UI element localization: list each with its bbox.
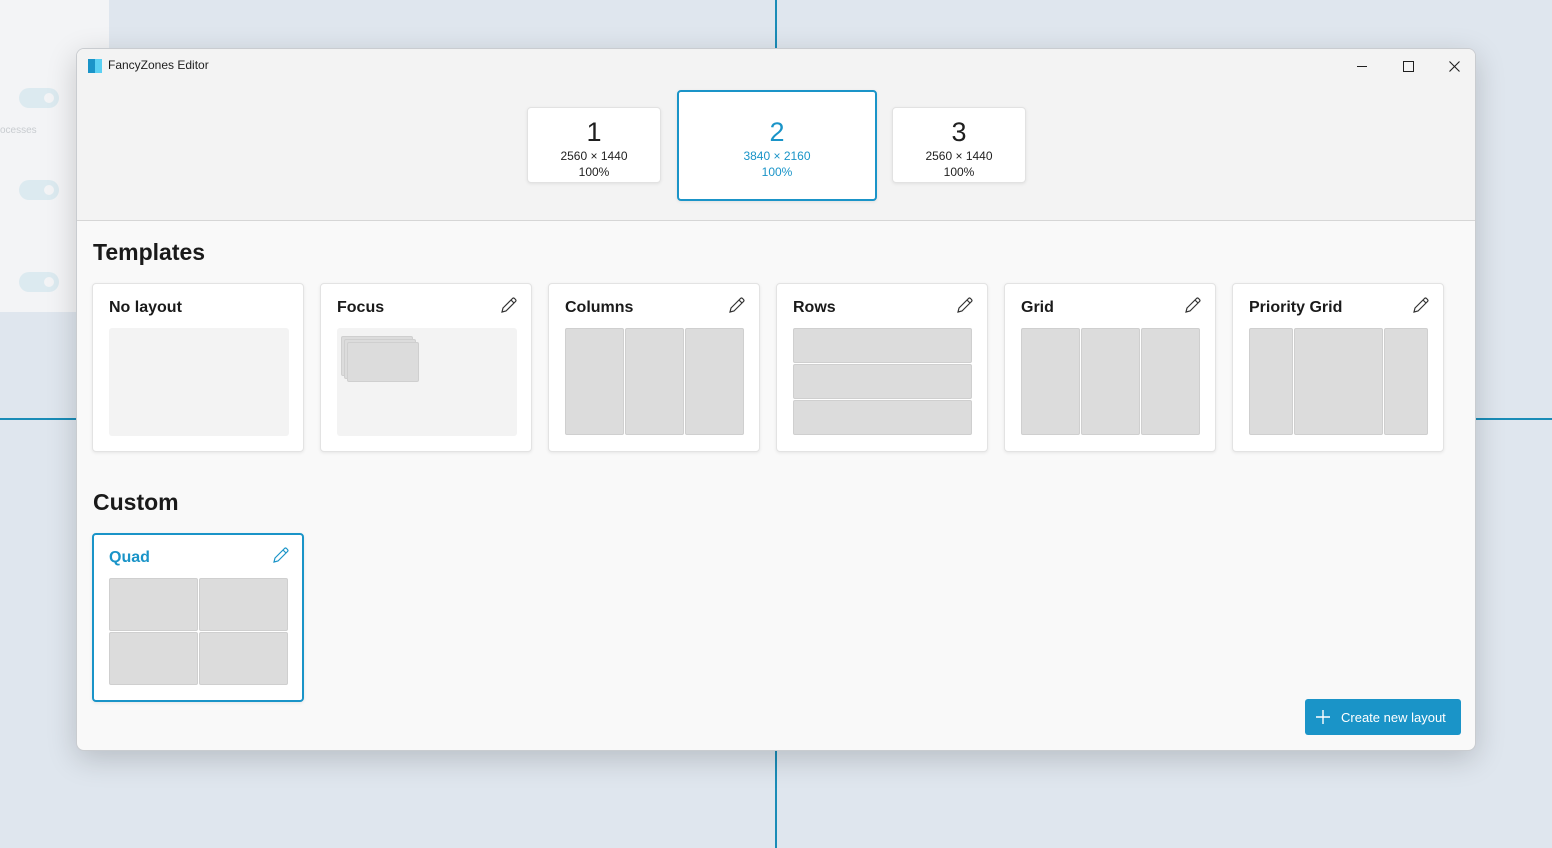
edit-pencil-icon[interactable] [499, 295, 519, 315]
create-new-layout-label: Create new layout [1341, 709, 1446, 725]
fancyzones-app-icon [88, 59, 102, 73]
monitor-scale: 100% [578, 165, 610, 179]
edit-pencil-icon[interactable] [727, 295, 747, 315]
edit-pencil-icon[interactable] [955, 295, 975, 315]
fancyzones-editor-window: FancyZones Editor 1 2560 × 1440 100% 2 3… [76, 48, 1476, 751]
monitor-resolution: 3840 × 2160 [743, 149, 811, 163]
zone [1249, 328, 1293, 435]
monitor-2[interactable]: 2 3840 × 2160 100% [677, 90, 877, 201]
zone [1294, 328, 1383, 435]
edit-pencil-icon[interactable] [1411, 295, 1431, 315]
background-toggle [19, 272, 59, 292]
zone [793, 400, 972, 435]
template-card-columns[interactable]: Columns [548, 283, 760, 452]
title-bar[interactable]: FancyZones Editor [77, 49, 1475, 83]
layout-name: Rows [793, 299, 836, 316]
background-toggle [19, 180, 59, 200]
monitor-number: 3 [951, 117, 967, 147]
create-new-layout-button[interactable]: Create new layout [1305, 699, 1461, 735]
template-card-no-layout[interactable]: No layout [92, 283, 304, 452]
layout-name: Columns [565, 299, 634, 316]
layout-preview [337, 328, 517, 436]
layout-name: Priority Grid [1249, 299, 1343, 316]
zone [565, 328, 624, 435]
template-card-grid[interactable]: Grid [1004, 283, 1216, 452]
edit-pencil-icon[interactable] [1183, 295, 1203, 315]
monitor-resolution: 2560 × 1440 [560, 149, 628, 163]
template-card-rows[interactable]: Rows [776, 283, 988, 452]
monitor-number: 2 [769, 117, 785, 147]
layout-preview [565, 328, 745, 436]
maximize-icon [1402, 60, 1414, 72]
layout-name: No layout [109, 299, 182, 316]
monitor-number: 1 [586, 117, 602, 147]
zone [1021, 328, 1080, 435]
maximize-button[interactable] [1385, 49, 1431, 83]
edit-pencil-icon[interactable] [271, 545, 291, 565]
layout-name: Quad [109, 549, 150, 566]
layout-preview [1021, 328, 1201, 436]
zone [109, 632, 198, 685]
monitor-1[interactable]: 1 2560 × 1440 100% [527, 107, 661, 183]
background-faded-text: ocesses [0, 125, 37, 136]
zone [1141, 328, 1200, 435]
custom-card-quad[interactable]: Quad [92, 533, 304, 702]
layout-name: Focus [337, 299, 385, 316]
layout-name: Grid [1021, 299, 1054, 316]
layout-preview [1249, 328, 1429, 436]
zone [793, 328, 972, 363]
close-icon [1448, 60, 1460, 72]
monitor-resolution: 2560 × 1440 [925, 149, 993, 163]
zone [347, 342, 419, 382]
window-title: FancyZones Editor [108, 58, 209, 72]
zone [1081, 328, 1140, 435]
zone [199, 578, 288, 631]
background-toggle [19, 88, 59, 108]
minimize-button[interactable] [1339, 49, 1385, 83]
monitor-scale: 100% [943, 165, 975, 179]
zone [685, 328, 744, 435]
zone [199, 632, 288, 685]
zone [793, 364, 972, 399]
monitor-scale: 100% [761, 165, 793, 179]
monitor-3[interactable]: 3 2560 × 1440 100% [892, 107, 1026, 183]
layout-preview [109, 328, 289, 436]
zone [1384, 328, 1428, 435]
template-card-priority-grid[interactable]: Priority Grid [1232, 283, 1444, 452]
template-card-focus[interactable]: Focus [320, 283, 532, 452]
plus-icon [1316, 710, 1330, 724]
minimize-icon [1357, 65, 1367, 67]
templates-heading: Templates [93, 239, 206, 265]
layout-preview [109, 578, 289, 686]
custom-heading: Custom [93, 489, 179, 515]
monitor-selector: 1 2560 × 1440 100% 2 3840 × 2160 100% 3 … [77, 83, 1475, 221]
close-button[interactable] [1431, 49, 1475, 83]
zone [109, 578, 198, 631]
zone [625, 328, 684, 435]
layout-preview [793, 328, 973, 436]
